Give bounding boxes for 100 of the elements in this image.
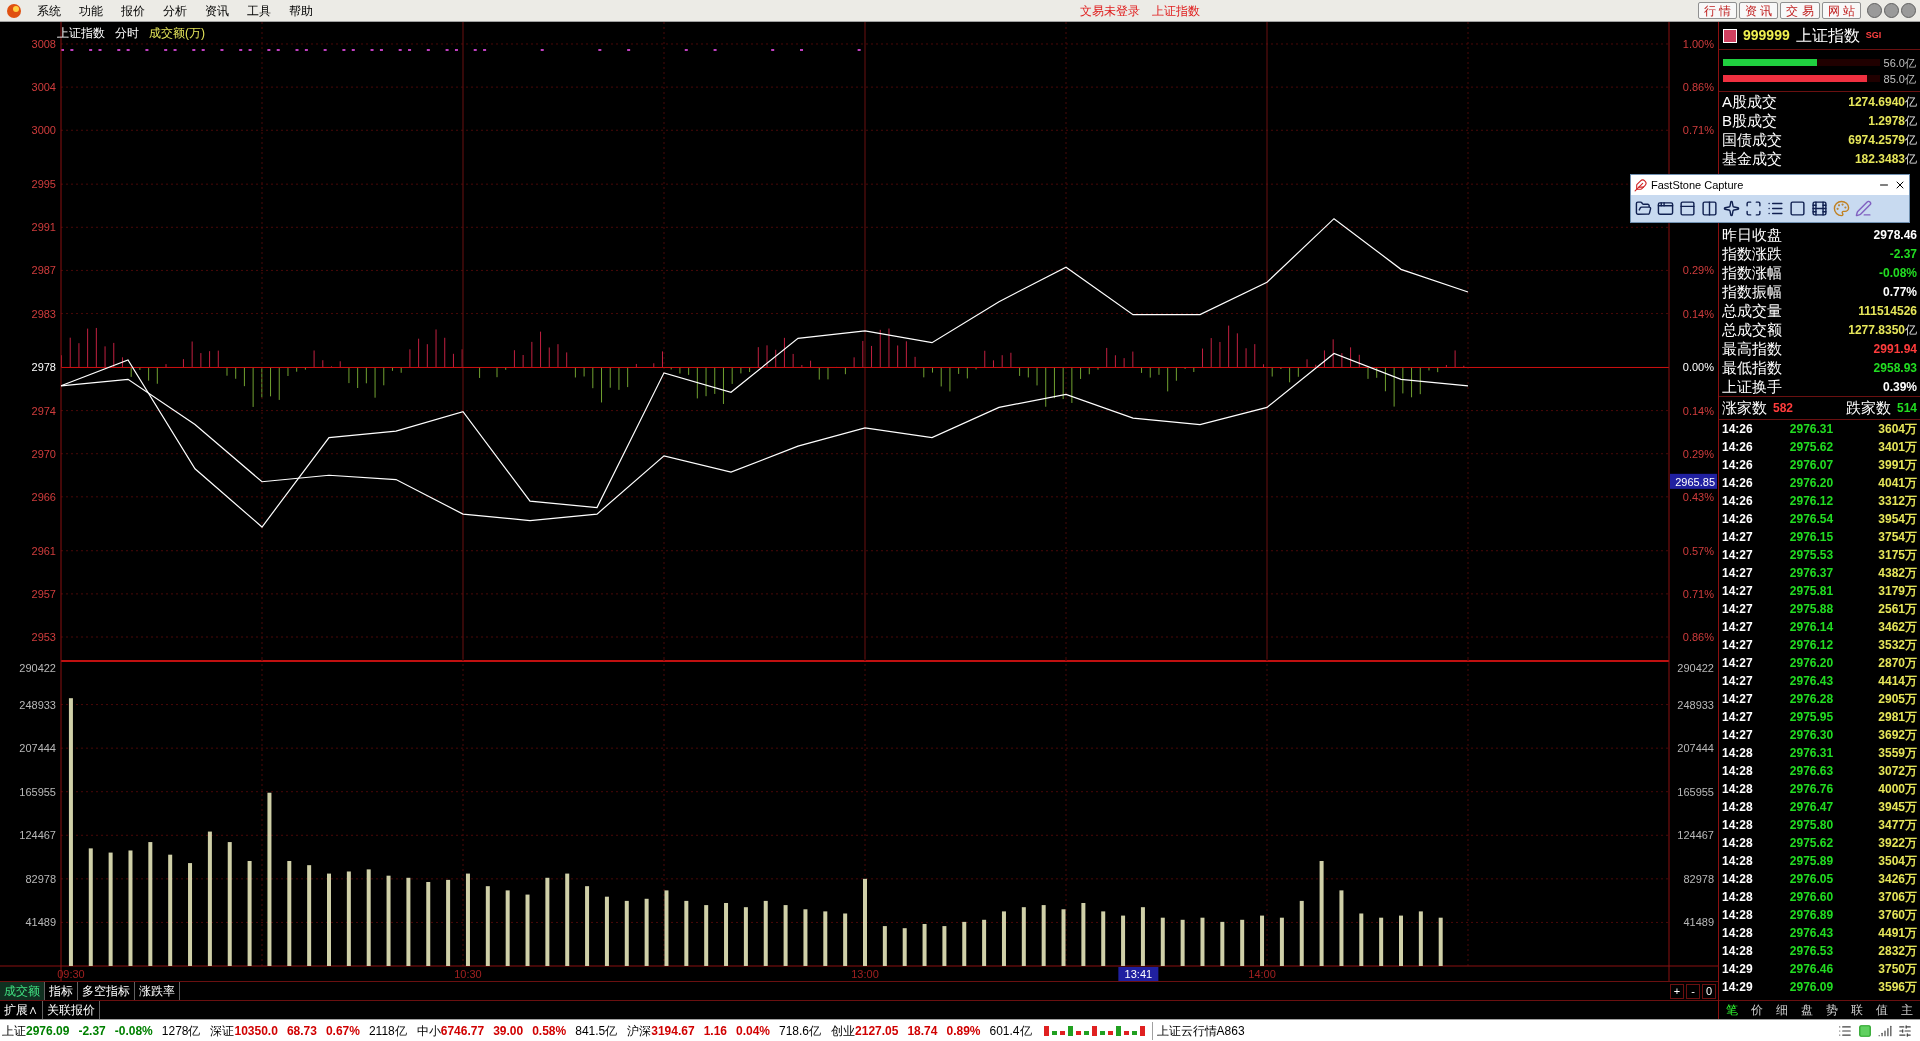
zoom-button[interactable]: 0 (1702, 983, 1716, 999)
tick-price: 2976.30 (1789, 727, 1834, 744)
tick-volume: 3532万 (1877, 637, 1917, 654)
tick-volume: 4041万 (1877, 475, 1917, 492)
square-icon[interactable] (1789, 200, 1806, 217)
tick-price: 2976.28 (1789, 691, 1834, 708)
volume-bar (942, 926, 947, 966)
stat-label: 基金成交 (1722, 151, 1782, 166)
film-icon[interactable] (1811, 200, 1828, 217)
stat-value: 1.2978 (1868, 114, 1905, 127)
restore-icon[interactable] (1884, 3, 1899, 18)
price-axis-label: 2957 (31, 587, 56, 600)
tick-time: 14:28 (1722, 781, 1754, 798)
volume-bar (1359, 913, 1364, 966)
tick-volume: 2981万 (1877, 709, 1917, 726)
nav-button[interactable]: 交 易 (1780, 2, 1820, 19)
market-code-label: SGI (1865, 28, 1882, 42)
tick-price: 2975.62 (1789, 439, 1834, 456)
menu-item[interactable]: 帮助 (280, 4, 322, 17)
index-amount: 1278亿 (161, 1022, 201, 1040)
tick-volume: 2832万 (1877, 943, 1917, 960)
volume-bar (1001, 911, 1006, 966)
sparkle-icon[interactable] (1723, 200, 1740, 217)
volume-bar (1140, 907, 1145, 966)
menu-item[interactable]: 资讯 (196, 4, 238, 17)
index-change: 68.73 (286, 1022, 317, 1040)
maximize-icon[interactable] (1745, 200, 1762, 217)
time-axis-label: 10:30 (454, 968, 482, 980)
tick-time: 14:27 (1722, 709, 1754, 726)
volume-bar (1260, 915, 1265, 966)
stat-value: 0.77% (1882, 285, 1917, 298)
tick-time: 14:27 (1722, 637, 1754, 654)
percent-axis-label: 0.14% (1682, 404, 1714, 417)
indicator-tab[interactable]: 成交额 (0, 982, 45, 1000)
signal-icon[interactable] (1878, 1023, 1892, 1038)
panel-tab[interactable]: 主 (1899, 1004, 1916, 1016)
volume-axis-label: 248933 (1677, 698, 1714, 711)
chart-title: 成交额(万) (149, 26, 205, 40)
tick-time: 14:27 (1722, 547, 1754, 564)
columns-icon[interactable] (1701, 200, 1718, 217)
index-price: 2976.09 (26, 1022, 70, 1040)
tick-time: 14:26 (1722, 439, 1754, 456)
time-axis-label: 13:00 (851, 968, 879, 980)
chart-title: 上证指数 (57, 26, 105, 40)
chart-title: 分时 (115, 26, 139, 40)
zoom-button[interactable]: - (1686, 983, 1700, 999)
percent-axis-label: 0.43% (1682, 490, 1714, 503)
tick-price: 2976.05 (1789, 871, 1834, 888)
menu-item[interactable]: 功能 (70, 4, 112, 17)
volume-bar (1299, 900, 1304, 966)
pen-icon[interactable] (1855, 200, 1872, 217)
volume-bar (624, 900, 629, 966)
menu-item[interactable]: 分析 (154, 4, 196, 17)
panel-tab[interactable]: 势 (1824, 1004, 1841, 1016)
volume-bar (1279, 917, 1284, 966)
volume-bar (882, 926, 887, 966)
tick-volume: 3596万 (1877, 979, 1917, 996)
index-code: 999999 (1743, 26, 1790, 45)
volume-bar (724, 903, 729, 966)
volume-axis-label: 165955 (19, 785, 56, 798)
tick-time: 14:28 (1722, 835, 1754, 852)
tick-time: 14:26 (1722, 421, 1754, 438)
menu-item[interactable]: 报价 (112, 4, 154, 17)
index-name: 深证 (210, 1022, 235, 1040)
tick-time: 14:27 (1722, 583, 1754, 600)
tick-price: 2976.89 (1789, 907, 1834, 924)
panel-tab[interactable]: 联 (1849, 1004, 1866, 1016)
price-axis-label: 2995 (31, 178, 56, 191)
panel-tab[interactable]: 笔 (1723, 1004, 1740, 1016)
percent-axis-label: 1.00% (1682, 38, 1714, 50)
list-icon[interactable] (1767, 200, 1784, 217)
panel-tab[interactable]: 价 (1748, 1004, 1765, 1016)
menu-item[interactable]: 系统 (28, 4, 70, 17)
tick-volume: 3179万 (1877, 583, 1917, 600)
tick-volume: 3754万 (1877, 529, 1917, 546)
nav-button[interactable]: 资 讯 (1738, 2, 1779, 19)
sliders-icon[interactable] (1898, 1023, 1912, 1038)
breadth-label: 跌家数 (1845, 397, 1891, 418)
panel-tab[interactable]: 细 (1773, 1004, 1790, 1016)
index-logo-icon (1723, 28, 1737, 43)
nav-button[interactable]: 网 站 (1821, 2, 1861, 19)
zoom-button[interactable]: + (1670, 983, 1684, 999)
index-amount: 841.5亿 (575, 1022, 618, 1040)
folder-icon[interactable] (1635, 200, 1652, 217)
menu-item[interactable]: 工具 (238, 4, 280, 17)
nav-button[interactable]: 行 情 (1697, 2, 1737, 19)
volume-bar (1220, 921, 1225, 966)
stat-label: 最低指数 (1722, 360, 1782, 375)
cursor-time-label: 13:41 (1118, 967, 1159, 981)
window-icon[interactable] (1657, 200, 1674, 217)
panel-tab[interactable]: 值 (1874, 1004, 1891, 1016)
volume-bar (684, 900, 689, 966)
tick-time: 14:28 (1722, 889, 1754, 906)
panel-tab[interactable]: 盘 (1798, 1004, 1815, 1016)
index-name: 创业 (831, 1022, 856, 1040)
minimize-icon[interactable] (1867, 3, 1882, 18)
close-icon[interactable] (1894, 179, 1906, 191)
panel-icon[interactable] (1679, 200, 1696, 217)
tick-time: 14:27 (1722, 727, 1754, 744)
list-icon[interactable] (1838, 1023, 1852, 1038)
